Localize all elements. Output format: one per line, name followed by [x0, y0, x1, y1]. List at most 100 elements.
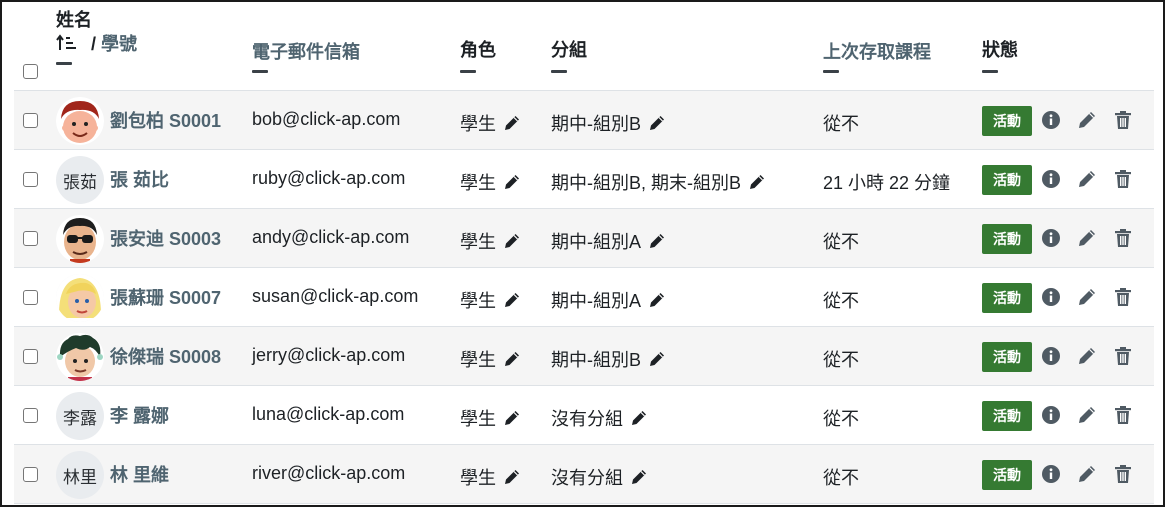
- edit-role-icon[interactable]: [502, 231, 522, 251]
- avatar[interactable]: 張茹: [56, 156, 104, 204]
- row-checkbox[interactable]: [23, 231, 38, 246]
- header-email-column: 電子郵件信箱: [252, 38, 360, 73]
- role-cell: 學生: [460, 110, 522, 136]
- edit-role-icon[interactable]: [502, 172, 522, 192]
- participant-name-link[interactable]: 張 茹比: [110, 166, 169, 192]
- edit-group-icon[interactable]: [647, 290, 667, 310]
- last-access: 從不: [823, 114, 859, 134]
- table-row: 張茹 張 茹比 ruby@click-ap.com 學生 期中-組別B, 期末-…: [14, 150, 1154, 209]
- group-cell: 期中-組別A: [551, 228, 667, 254]
- group-label: 期中-組別B: [551, 114, 641, 134]
- info-icon[interactable]: [1040, 227, 1062, 249]
- trash-icon[interactable]: [1112, 286, 1134, 308]
- edit-group-icon[interactable]: [629, 408, 649, 428]
- info-icon[interactable]: [1040, 109, 1062, 131]
- header-email-collapse[interactable]: [252, 70, 268, 73]
- participant-name-link[interactable]: 李 露娜: [110, 402, 169, 428]
- info-icon[interactable]: [1040, 463, 1062, 485]
- trash-icon[interactable]: [1112, 109, 1134, 131]
- edit-group-icon[interactable]: [647, 231, 667, 251]
- avatar[interactable]: [56, 333, 104, 381]
- edit-enrolment-icon[interactable]: [1076, 227, 1098, 249]
- header-group-collapse[interactable]: [551, 70, 567, 73]
- header-lastaccess-label[interactable]: 上次存取課程: [823, 38, 931, 64]
- participant-name-link[interactable]: 林 里維: [110, 461, 169, 487]
- status-badge: 活動: [982, 283, 1032, 313]
- participant-email: luna@click-ap.com: [252, 404, 405, 424]
- participant-name-link[interactable]: 張安迪 S0003: [110, 225, 221, 251]
- group-cell: 沒有分組: [551, 405, 649, 431]
- edit-role-icon[interactable]: [502, 290, 522, 310]
- row-checkbox[interactable]: [23, 290, 38, 305]
- select-all-checkbox[interactable]: [23, 64, 38, 79]
- header-name-sep: /: [91, 34, 97, 54]
- group-label: 沒有分組: [551, 468, 623, 488]
- header-group-label: 分組: [551, 40, 587, 60]
- header-name-label[interactable]: 姓名: [56, 8, 137, 32]
- header-name-collapse[interactable]: [56, 62, 72, 65]
- header-id-label[interactable]: 學號: [101, 34, 137, 54]
- info-icon[interactable]: [1040, 345, 1062, 367]
- avatar[interactable]: 林里: [56, 451, 104, 499]
- edit-group-icon[interactable]: [647, 113, 667, 133]
- trash-icon[interactable]: [1112, 227, 1134, 249]
- edit-enrolment-icon[interactable]: [1076, 463, 1098, 485]
- last-access: 從不: [823, 468, 859, 488]
- trash-icon[interactable]: [1112, 463, 1134, 485]
- info-icon[interactable]: [1040, 404, 1062, 426]
- avatar[interactable]: [56, 274, 104, 322]
- row-checkbox[interactable]: [23, 349, 38, 364]
- group-cell: 期中-組別B, 期末-組別B: [551, 169, 767, 195]
- trash-icon[interactable]: [1112, 345, 1134, 367]
- group-label: 期中-組別A: [551, 291, 641, 311]
- role-label: 學生: [460, 232, 496, 252]
- info-icon[interactable]: [1040, 286, 1062, 308]
- row-checkbox[interactable]: [23, 408, 38, 423]
- edit-enrolment-icon[interactable]: [1076, 168, 1098, 190]
- edit-group-icon[interactable]: [629, 467, 649, 487]
- edit-group-icon[interactable]: [647, 349, 667, 369]
- sort-ascending-icon[interactable]: [56, 34, 78, 52]
- trash-icon[interactable]: [1112, 168, 1134, 190]
- group-label: 沒有分組: [551, 409, 623, 429]
- row-checkbox[interactable]: [23, 113, 38, 128]
- trash-icon[interactable]: [1112, 404, 1134, 426]
- participant-name-link[interactable]: 劉包柏 S0001: [110, 107, 221, 133]
- role-cell: 學生: [460, 405, 522, 431]
- edit-group-icon[interactable]: [747, 172, 767, 192]
- participant-name-link[interactable]: 張蘇珊 S0007: [110, 284, 221, 310]
- role-label: 學生: [460, 291, 496, 311]
- last-access: 從不: [823, 232, 859, 252]
- info-icon[interactable]: [1040, 168, 1062, 190]
- header-lastaccess-collapse[interactable]: [823, 70, 839, 73]
- edit-role-icon[interactable]: [502, 113, 522, 133]
- group-label: 期中-組別A: [551, 232, 641, 252]
- role-label: 學生: [460, 468, 496, 488]
- participant-email: andy@click-ap.com: [252, 227, 410, 247]
- table-row: 劉包柏 S0001 bob@click-ap.com 學生 期中-組別B 從不 …: [14, 91, 1154, 150]
- row-checkbox[interactable]: [23, 467, 38, 482]
- edit-enrolment-icon[interactable]: [1076, 404, 1098, 426]
- table-row: 林里 林 里維 river@click-ap.com 學生 沒有分組 從不 活動: [14, 445, 1154, 504]
- edit-role-icon[interactable]: [502, 408, 522, 428]
- group-cell: 期中-組別B: [551, 110, 667, 136]
- edit-enrolment-icon[interactable]: [1076, 109, 1098, 131]
- avatar[interactable]: 李露: [56, 392, 104, 440]
- header-email-label[interactable]: 電子郵件信箱: [252, 38, 360, 64]
- header-status-collapse[interactable]: [982, 70, 998, 73]
- table-row: 張蘇珊 S0007 susan@click-ap.com 學生 期中-組別A 從…: [14, 268, 1154, 327]
- edit-role-icon[interactable]: [502, 467, 522, 487]
- header-role-collapse[interactable]: [460, 70, 476, 73]
- role-cell: 學生: [460, 346, 522, 372]
- edit-enrolment-icon[interactable]: [1076, 345, 1098, 367]
- row-checkbox[interactable]: [23, 172, 38, 187]
- participant-name-link[interactable]: 徐傑瑞 S0008: [110, 343, 221, 369]
- header-role-column: 角色: [460, 36, 496, 73]
- avatar[interactable]: [56, 215, 104, 263]
- participant-email: river@click-ap.com: [252, 463, 406, 483]
- header-lastaccess-column: 上次存取課程: [823, 38, 931, 73]
- edit-enrolment-icon[interactable]: [1076, 286, 1098, 308]
- role-cell: 學生: [460, 228, 522, 254]
- edit-role-icon[interactable]: [502, 349, 522, 369]
- avatar[interactable]: [56, 97, 104, 145]
